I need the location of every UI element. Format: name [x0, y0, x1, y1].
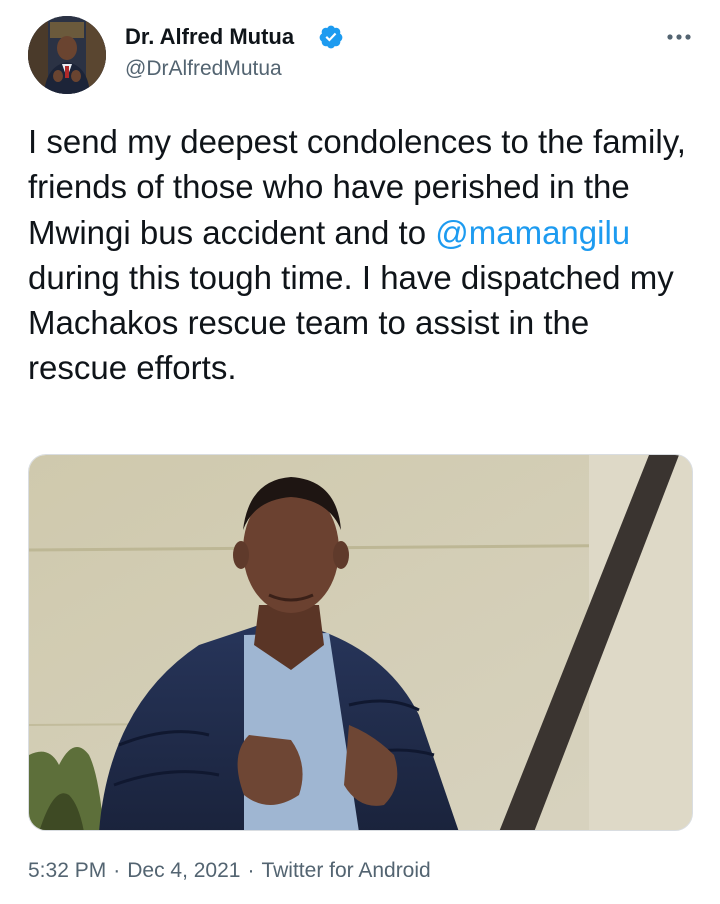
meta-separator-2: · [247, 859, 255, 882]
tweet-media-image[interactable] [28, 454, 693, 831]
author-handle[interactable]: @DrAlfredMutua [125, 57, 282, 81]
tweet-card: Dr. Alfred Mutua @DrAlfredMutua I send m… [0, 0, 720, 904]
author-name[interactable]: Dr. Alfred Mutua [125, 24, 294, 50]
author-avatar[interactable] [28, 16, 106, 94]
more-options-button[interactable] [662, 22, 698, 52]
more-options-icon [667, 34, 691, 40]
tweet-text: I send my deepest condolences to the fam… [28, 119, 688, 391]
tweet-time[interactable]: 5:32 PM [28, 859, 106, 883]
tweet-date[interactable]: Dec 4, 2021 [127, 859, 240, 883]
verified-badge-icon [318, 24, 344, 50]
attached-photo-icon [29, 455, 692, 830]
mention-link[interactable]: @mamangilu [435, 214, 630, 251]
meta-separator: · [113, 859, 121, 882]
tweet-source[interactable]: Twitter for Android [261, 859, 430, 883]
profile-photo-icon [28, 16, 106, 94]
tweet-meta: 5:32 PM · Dec 4, 2021 · Twitter for Android [28, 859, 431, 883]
